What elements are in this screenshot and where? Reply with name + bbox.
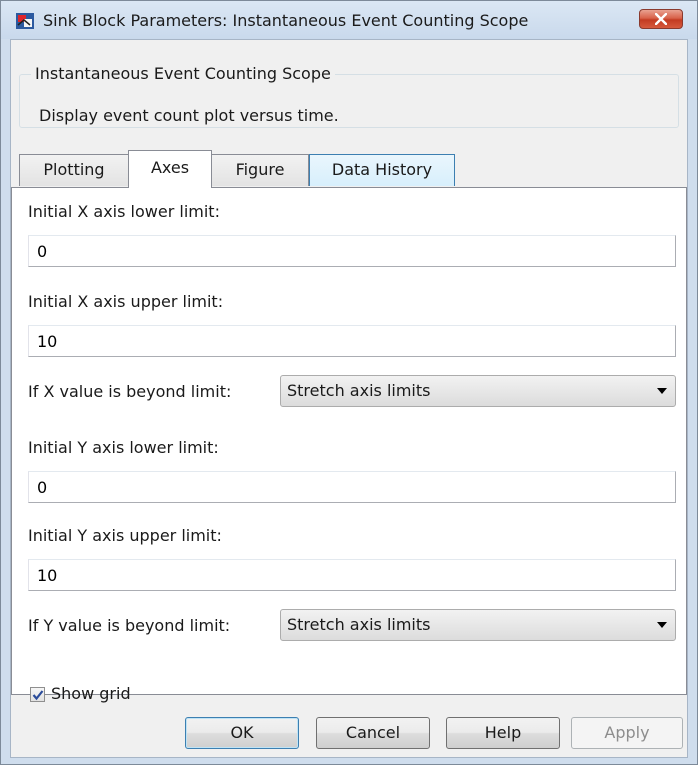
tab-data-history[interactable]: Data History	[309, 154, 455, 186]
y-beyond-limit-value: Stretch axis limits	[287, 615, 431, 634]
show-grid-label[interactable]: Show grid	[51, 684, 131, 703]
x-upper-limit-input[interactable]	[28, 325, 676, 357]
simulink-block-icon	[15, 11, 35, 31]
x-beyond-limit-label: If X value is beyond limit:	[28, 382, 232, 401]
help-button[interactable]: Help	[446, 717, 560, 749]
chevron-down-icon	[657, 622, 667, 628]
block-group-title: Instantaneous Event Counting Scope	[31, 64, 335, 83]
show-grid-checkbox[interactable]	[30, 687, 45, 702]
dialog-window: Sink Block Parameters: Instantaneous Eve…	[0, 0, 698, 765]
y-upper-limit-input[interactable]	[28, 559, 676, 591]
x-lower-limit-input[interactable]	[28, 235, 676, 267]
window-title: Sink Block Parameters: Instantaneous Eve…	[43, 11, 529, 30]
x-upper-limit-label: Initial X axis upper limit:	[28, 292, 224, 311]
apply-button[interactable]: Apply	[571, 717, 683, 749]
y-upper-limit-label: Initial Y axis upper limit:	[28, 526, 222, 545]
y-lower-limit-input[interactable]	[28, 471, 676, 503]
y-beyond-limit-label: If Y value is beyond limit:	[28, 616, 231, 635]
x-lower-limit-label: Initial X axis lower limit:	[28, 202, 220, 221]
dialog-body: Instantaneous Event Counting Scope Displ…	[10, 39, 688, 758]
tab-plotting[interactable]: Plotting	[19, 154, 129, 186]
block-description: Display event count plot versus time.	[39, 106, 339, 125]
x-beyond-limit-select[interactable]: Stretch axis limits	[280, 375, 676, 407]
cancel-button[interactable]: Cancel	[316, 717, 430, 749]
checkmark-icon	[32, 690, 44, 701]
x-beyond-limit-value: Stretch axis limits	[287, 381, 431, 400]
tab-axes[interactable]: Axes	[128, 150, 212, 188]
close-button[interactable]	[639, 9, 683, 29]
y-beyond-limit-select[interactable]: Stretch axis limits	[280, 609, 676, 641]
close-icon	[655, 13, 667, 25]
axes-tab-panel: Initial X axis lower limit: Initial X ax…	[11, 187, 687, 703]
ok-button[interactable]: OK	[185, 717, 299, 749]
tab-figure[interactable]: Figure	[211, 154, 309, 186]
title-bar[interactable]: Sink Block Parameters: Instantaneous Eve…	[1, 1, 697, 39]
chevron-down-icon	[657, 388, 667, 394]
y-lower-limit-label: Initial Y axis lower limit:	[28, 438, 219, 457]
